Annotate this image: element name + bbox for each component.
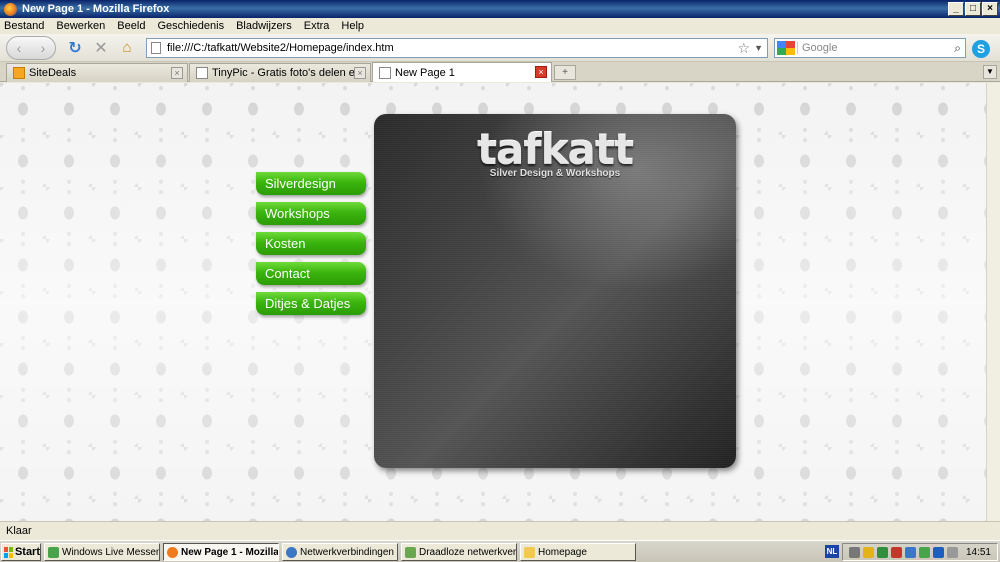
- window-titlebar: New Page 1 - Mozilla Firefox _ □ ×: [0, 0, 1000, 18]
- url-bar[interactable]: file:///C:/tafkatt/Website2/Homepage/ind…: [146, 38, 768, 58]
- back-forward-group: ‹ ›: [6, 35, 56, 60]
- tab-close-icon[interactable]: ×: [171, 67, 183, 79]
- network-tray-icon[interactable]: [905, 546, 916, 558]
- task-wireless[interactable]: Draadloze netwerkverbin...: [401, 543, 517, 561]
- task-label: New Page 1 - Mozilla F...: [181, 546, 279, 558]
- search-bar[interactable]: Google ⌕: [774, 38, 966, 58]
- start-label: Start: [14, 546, 40, 558]
- url-text[interactable]: file:///C:/tafkatt/Website2/Homepage/ind…: [167, 42, 738, 54]
- messenger-tray-icon[interactable]: [919, 546, 930, 558]
- search-icon[interactable]: ⌕: [954, 41, 961, 56]
- search-input[interactable]: Google: [797, 42, 954, 54]
- nav-workshops-button[interactable]: Workshops: [256, 202, 366, 225]
- task-homepage[interactable]: Homepage: [520, 543, 636, 561]
- skype-icon[interactable]: S: [972, 40, 990, 58]
- google-engine-icon[interactable]: [777, 41, 795, 55]
- tab-list-icon[interactable]: ▼: [983, 65, 997, 79]
- site-navigation: Silverdesign Workshops Kosten Contact Di…: [256, 172, 366, 322]
- page-content: Silverdesign Workshops Kosten Contact Di…: [0, 83, 986, 521]
- menu-bladwijzers[interactable]: Bladwijzers: [236, 20, 292, 32]
- task-label: Homepage: [538, 546, 587, 558]
- tab-favicon-icon: [379, 66, 391, 79]
- logo-wordmark: tafkatt: [476, 125, 634, 174]
- tab-tinypic[interactable]: TinyPic - Gratis foto's delen en afbeeld…: [189, 63, 371, 82]
- system-tray: 14:51: [842, 543, 998, 561]
- start-button[interactable]: Start: [1, 543, 41, 561]
- forward-icon[interactable]: ›: [31, 40, 55, 56]
- stop-icon[interactable]: ✕: [90, 37, 112, 59]
- nav-silverdesign-button[interactable]: Silverdesign: [256, 172, 366, 195]
- home-icon[interactable]: ⌂: [116, 37, 138, 59]
- vertical-scrollbar[interactable]: [986, 83, 1000, 521]
- tab-close-icon[interactable]: ×: [354, 67, 366, 79]
- windows-logo-icon: [4, 546, 13, 558]
- menu-bewerken[interactable]: Bewerken: [56, 20, 105, 32]
- clock[interactable]: 14:51: [966, 547, 991, 558]
- task-messenger[interactable]: Windows Live Messenger: [44, 543, 160, 561]
- tab-close-icon[interactable]: ×: [535, 66, 547, 78]
- brushed-metal-panel: tafkatt Silver Design & Workshops: [374, 114, 736, 468]
- network-icon: [286, 546, 297, 558]
- minimize-button[interactable]: _: [948, 2, 964, 16]
- keyboard-icon[interactable]: [849, 546, 860, 558]
- navigation-toolbar: ‹ › ↻ ✕ ⌂ file:///C:/tafkatt/Website2/Ho…: [0, 34, 1000, 62]
- volume-icon[interactable]: [947, 546, 958, 558]
- menu-geschiedenis[interactable]: Geschiedenis: [157, 20, 224, 32]
- firefox-icon: [167, 546, 178, 558]
- firefox-icon: [4, 2, 17, 16]
- nav-ditjes-datjes-button[interactable]: Ditjes & Datjes: [256, 292, 366, 315]
- wireless-icon: [405, 546, 416, 558]
- status-text: Klaar: [6, 525, 32, 537]
- task-label: Netwerkverbindingen: [300, 546, 394, 558]
- maximize-button[interactable]: □: [965, 2, 981, 16]
- menu-bestand[interactable]: Bestand: [4, 20, 44, 32]
- menu-beeld[interactable]: Beeld: [117, 20, 145, 32]
- windows-taskbar: Start Windows Live Messenger New Page 1 …: [0, 540, 1000, 562]
- tab-bar: SiteDeals × TinyPic - Gratis foto's dele…: [0, 62, 1000, 82]
- menu-help[interactable]: Help: [341, 20, 364, 32]
- tab-label: TinyPic - Gratis foto's delen en afbeeld…: [212, 67, 362, 79]
- task-firefox[interactable]: New Page 1 - Mozilla F...: [163, 543, 279, 561]
- close-button[interactable]: ×: [982, 2, 998, 16]
- new-tab-button[interactable]: +: [554, 65, 576, 80]
- folder-icon: [524, 546, 535, 558]
- task-label: Windows Live Messenger: [62, 546, 159, 558]
- task-label: Draadloze netwerkverbin...: [419, 546, 517, 558]
- bluetooth-icon[interactable]: [933, 546, 944, 558]
- back-icon[interactable]: ‹: [7, 40, 31, 56]
- nav-contact-button[interactable]: Contact: [256, 262, 366, 285]
- page-icon: [151, 42, 161, 54]
- tab-new-page-1[interactable]: New Page 1 ×: [372, 62, 552, 82]
- bookmark-star-icon[interactable]: ☆: [738, 40, 751, 57]
- logo-tagline: Silver Design & Workshops: [489, 168, 621, 179]
- antivirus-icon[interactable]: [877, 546, 888, 558]
- language-indicator[interactable]: NL: [825, 545, 839, 558]
- status-bar: Klaar: [0, 521, 1000, 540]
- menu-extra[interactable]: Extra: [304, 20, 330, 32]
- window-controls: _ □ ×: [948, 2, 998, 16]
- tab-favicon-icon: [196, 67, 208, 79]
- site-logo: tafkatt Silver Design & Workshops: [374, 125, 736, 180]
- window-title: New Page 1 - Mozilla Firefox: [22, 3, 170, 15]
- nav-kosten-button[interactable]: Kosten: [256, 232, 366, 255]
- url-dropdown-icon[interactable]: ▼: [754, 43, 763, 53]
- task-network[interactable]: Netwerkverbindingen: [282, 543, 398, 561]
- tab-label: SiteDeals: [29, 67, 77, 79]
- tab-favicon-icon: [13, 67, 25, 79]
- messenger-icon: [48, 546, 59, 558]
- menu-bar: Bestand Bewerken Beeld Geschiedenis Blad…: [0, 18, 1000, 34]
- tab-label: New Page 1: [395, 66, 455, 79]
- security-icon[interactable]: [891, 546, 902, 558]
- tab-sitedeals[interactable]: SiteDeals ×: [6, 63, 188, 82]
- shield-icon[interactable]: [863, 546, 874, 558]
- reload-icon[interactable]: ↻: [64, 37, 86, 59]
